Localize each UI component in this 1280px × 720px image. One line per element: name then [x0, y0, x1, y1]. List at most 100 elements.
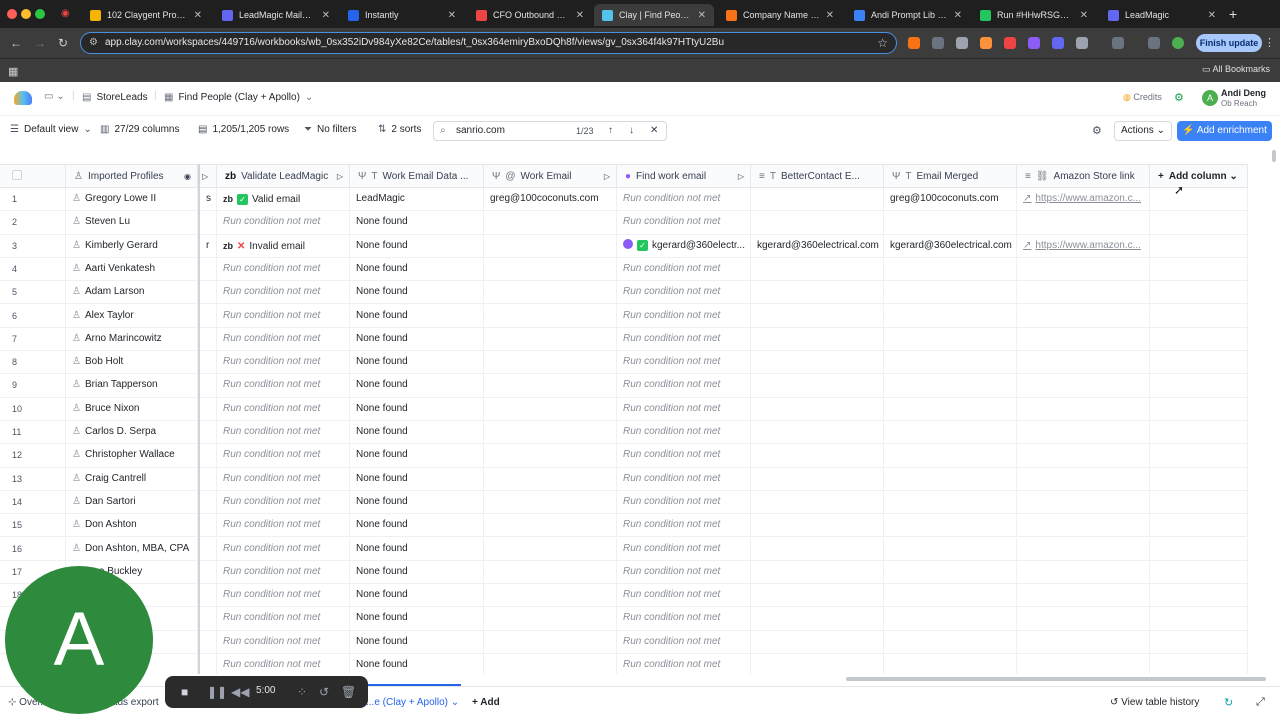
cell-bettercontact[interactable]	[751, 351, 884, 375]
cell-amazon-store-link[interactable]: ↗ https://www.amazon.c...	[1017, 188, 1150, 211]
extensions-puzzle-icon[interactable]	[1076, 37, 1088, 49]
cell-hidden-partial[interactable]	[200, 397, 217, 421]
browser-tab[interactable]: Run #HHwRSGZDbx ✕	[972, 4, 1096, 26]
table-row[interactable]: 21♙...noRun condition not metNone foundR…	[0, 654, 1248, 674]
row-number[interactable]: 1	[0, 188, 66, 211]
rewind-icon[interactable]: ◀◀	[231, 685, 249, 699]
cell-imported-profile[interactable]: ♙ Aarti Venkatesh	[66, 257, 198, 281]
cell-bettercontact[interactable]	[751, 281, 884, 305]
table-row[interactable]: 3 ♙ Kimberly Gerard r zb ✕ Invalid email None f…	[0, 234, 1248, 258]
actions-button[interactable]: Actions ⌄	[1114, 121, 1172, 141]
close-tab-icon[interactable]: ✕	[194, 10, 202, 21]
cell-email-merged[interactable]	[884, 444, 1017, 468]
cell-find-work-email[interactable]: Run condition not met	[617, 490, 751, 514]
cell-work-email[interactable]	[484, 421, 617, 444]
cell-work-email-data[interactable]: None found	[350, 444, 484, 468]
cell-work-email-data[interactable]: None found	[350, 281, 484, 305]
cell-bettercontact[interactable]	[751, 560, 884, 584]
grid-icon[interactable]: ⁘	[297, 685, 307, 699]
view-table-history-button[interactable]: ↺ View table history	[1110, 697, 1199, 708]
cell-hidden-partial[interactable]	[200, 444, 217, 468]
cell-hidden-partial[interactable]	[200, 630, 217, 654]
cell-imported-profile[interactable]: ♙ Brian Tapperson	[66, 374, 198, 398]
cell-amazon-store-link[interactable]	[1017, 351, 1150, 375]
cell-empty[interactable]	[1150, 654, 1248, 674]
cell-empty[interactable]	[1150, 537, 1248, 561]
cell-imported-profile[interactable]: ♙ Adam Larson	[66, 281, 198, 305]
cell-find-work-email[interactable]: Run condition not met	[617, 537, 751, 561]
table-tab-find-people[interactable]: ...e (Clay + Apollo) ⌄	[366, 697, 459, 708]
cell-find-work-email[interactable]: Run condition not met	[617, 584, 751, 608]
cell-hidden-partial[interactable]	[200, 467, 217, 491]
browser-tab[interactable]: 102 Claygent Prompt ✕	[82, 4, 210, 26]
cell-validate-leadmagic[interactable]: Run condition not met	[217, 304, 350, 328]
cell-work-email-data[interactable]: None found	[350, 304, 484, 328]
cell-amazon-store-link[interactable]	[1017, 257, 1150, 281]
close-tab-icon[interactable]: ✕	[698, 10, 706, 21]
pause-icon[interactable]: ❚❚	[207, 685, 227, 699]
row-number[interactable]: 4	[0, 257, 66, 281]
add-enrichment-button[interactable]: ⚡ Add enrichment	[1177, 121, 1272, 141]
cell-validate-leadmagic[interactable]: Run condition not met	[217, 514, 350, 538]
cell-empty[interactable]	[1150, 467, 1248, 491]
cell-hidden-partial[interactable]	[200, 351, 217, 375]
cell-work-email-data[interactable]: None found	[350, 467, 484, 491]
cell-work-email[interactable]	[484, 607, 617, 631]
cell-email-merged[interactable]	[884, 630, 1017, 654]
cell-email-merged[interactable]	[884, 584, 1017, 608]
row-number[interactable]: 6	[0, 304, 66, 328]
row-number[interactable]: 10	[0, 397, 66, 421]
cell-work-email[interactable]	[484, 630, 617, 654]
header-validate-leadmagic[interactable]: zb Validate LeadMagic ▷	[217, 165, 350, 189]
cell-bettercontact[interactable]	[751, 630, 884, 654]
table-row[interactable]: 10 ♙ Bruce Nixon Run condition not met None …	[0, 397, 1248, 421]
mic-icon[interactable]	[932, 37, 944, 49]
cell-email-merged[interactable]	[884, 281, 1017, 305]
cell-work-email-data[interactable]: None found	[350, 257, 484, 281]
cell-imported-profile[interactable]: ♙ Christopher Wallace	[66, 444, 198, 468]
cell-work-email-data[interactable]: None found	[350, 514, 484, 538]
cell-find-work-email[interactable]: Run condition not met	[617, 467, 751, 491]
cell-find-work-email[interactable]: Run condition not met	[617, 421, 751, 444]
cell-hidden-partial[interactable]	[200, 514, 217, 538]
cell-empty[interactable]	[1150, 397, 1248, 421]
cell-empty[interactable]	[1150, 560, 1248, 584]
cell-bettercontact[interactable]	[751, 607, 884, 631]
cell-find-work-email[interactable]: Run condition not met	[617, 444, 751, 468]
row-number[interactable]: 13	[0, 467, 66, 491]
expand-icon[interactable]: ⤢	[1256, 696, 1265, 709]
select-all-checkbox[interactable]	[12, 170, 22, 180]
cell-bettercontact[interactable]	[751, 397, 884, 421]
cell-hidden-partial[interactable]	[200, 490, 217, 514]
browser-tab[interactable]: CFO Outbound Emai ✕	[468, 4, 592, 26]
cell-bettercontact[interactable]	[751, 374, 884, 398]
header-email-merged[interactable]: Ψ T Email Merged	[884, 165, 1017, 189]
extension-icon-5[interactable]	[1028, 37, 1040, 49]
table-row[interactable]: 19♙...Dobre T...Run condition not metNon…	[0, 607, 1248, 631]
browser-tab[interactable]: Company Name Norm ✕	[718, 4, 842, 26]
cell-work-email-data[interactable]: None found	[350, 397, 484, 421]
cell-amazon-store-link[interactable]	[1017, 560, 1150, 584]
cell-empty[interactable]	[1150, 630, 1248, 654]
extension-icon-6[interactable]	[1052, 37, 1064, 49]
cell-work-email-data[interactable]: None found	[350, 211, 484, 235]
cell-email-merged[interactable]	[884, 327, 1017, 351]
extension-icon-2[interactable]	[956, 37, 968, 49]
row-number[interactable]: 16	[0, 537, 66, 561]
cell-hidden-partial[interactable]	[200, 281, 217, 305]
credits-button[interactable]: ◍ Credits	[1123, 92, 1162, 103]
cell-bettercontact[interactable]	[751, 211, 884, 235]
cell-empty[interactable]	[1150, 421, 1248, 444]
download-icon[interactable]	[1148, 37, 1160, 49]
cell-validate-leadmagic[interactable]: zb ✕ Invalid email	[217, 234, 350, 258]
table-row[interactable]: 9 ♙ Brian Tapperson Run condition not met No…	[0, 374, 1248, 398]
cell-validate-leadmagic[interactable]: Run condition not met	[217, 630, 350, 654]
search-clear-button[interactable]: ✕	[650, 125, 658, 136]
avatar[interactable]: A	[1202, 90, 1218, 106]
table-row[interactable]: 17♙...ge BuckleyRun condition not metNon…	[0, 560, 1248, 585]
select-all-header[interactable]	[0, 165, 66, 189]
bookmark-star-icon[interactable]: ☆	[877, 33, 888, 53]
cell-work-email[interactable]	[484, 467, 617, 491]
cell-work-email-data[interactable]: None found	[350, 537, 484, 561]
cell-bettercontact[interactable]	[751, 327, 884, 351]
